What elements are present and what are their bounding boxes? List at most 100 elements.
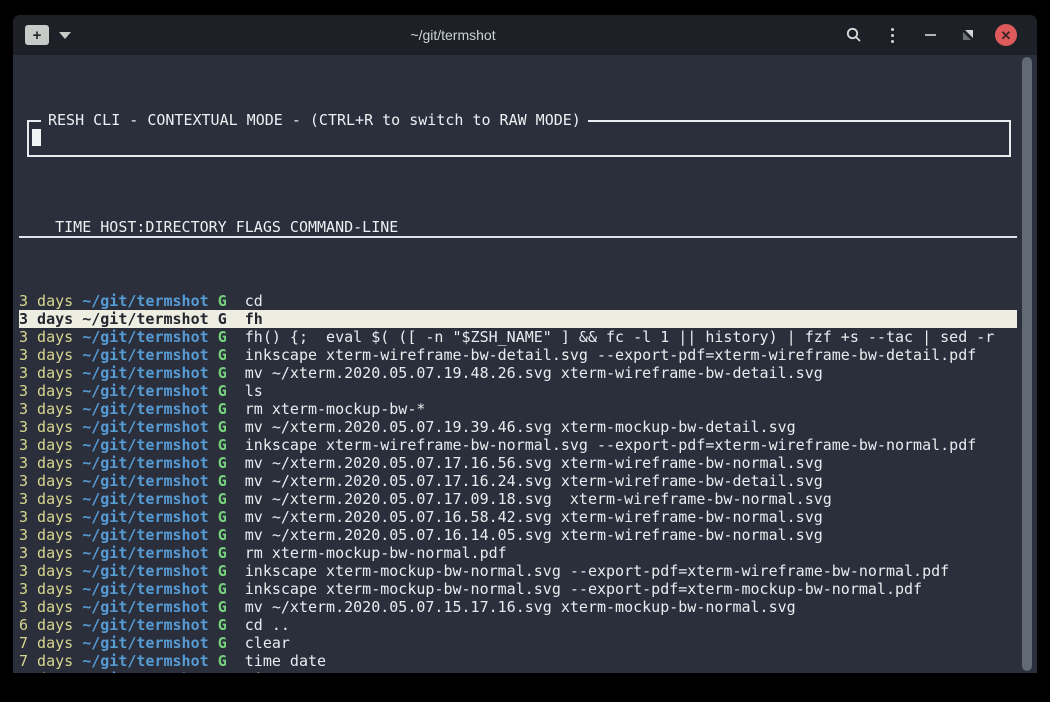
row-time: 3 days: [19, 364, 73, 382]
history-row[interactable]: 3 days ~/git/termshot G mv ~/xterm.2020.…: [19, 472, 1017, 490]
row-time: 6 days: [19, 616, 73, 634]
menu-kebab-icon[interactable]: [873, 20, 911, 50]
row-time: 3 days: [19, 328, 73, 346]
row-command: rm xterm-mockup-bw-*: [245, 400, 426, 418]
row-time: 7 days: [19, 670, 73, 673]
history-row[interactable]: 7 days ~/git/termshot G clear: [19, 634, 1017, 652]
row-flags: G: [218, 652, 227, 670]
row-time: 3 days: [19, 418, 73, 436]
row-directory: ~/git/termshot: [82, 310, 208, 328]
search-panel-title: RESH CLI - CONTEXTUAL MODE - (CTRL+R to …: [41, 111, 588, 129]
history-row[interactable]: 3 days ~/git/termshot G mv ~/xterm.2020.…: [19, 508, 1017, 526]
terminal-content: RESH CLI - CONTEXTUAL MODE - (CTRL+R to …: [13, 55, 1037, 673]
row-directory: ~/git/termshot: [82, 634, 208, 652]
row-directory: ~/git/termshot: [82, 292, 208, 310]
row-command: clear: [245, 634, 290, 652]
row-flags: G: [218, 526, 227, 544]
row-directory: ~/git/termshot: [82, 400, 208, 418]
history-row[interactable]: 3 days ~/git/termshot G mv ~/xterm.2020.…: [19, 364, 1017, 382]
row-flags: G: [218, 292, 227, 310]
history-rows: 3 days ~/git/termshot G cd3 days ~/git/t…: [19, 292, 1017, 673]
terminal-window: + ~/git/termshot: [13, 15, 1037, 673]
row-flags: G: [218, 400, 227, 418]
row-directory: ~/git/termshot: [82, 580, 208, 598]
history-row[interactable]: 3 days ~/git/termshot G mv ~/xterm.2020.…: [19, 454, 1017, 472]
row-flags: G: [218, 562, 227, 580]
row-command: ls: [245, 382, 263, 400]
search-icon[interactable]: [835, 20, 873, 50]
row-flags: G: [218, 616, 227, 634]
row-time: 3 days: [19, 346, 73, 364]
history-row[interactable]: 3 days ~/git/termshot G rm xterm-mockup-…: [19, 400, 1017, 418]
row-directory: ~/git/termshot: [82, 562, 208, 580]
row-time: 3 days: [19, 472, 73, 490]
history-row[interactable]: 7 days ~/git/termshot G time x=1: [19, 670, 1017, 673]
row-flags: G: [218, 454, 227, 472]
row-time: 3 days: [19, 544, 73, 562]
row-flags: G: [218, 490, 227, 508]
tab-dropdown-caret-icon[interactable]: [59, 32, 71, 39]
row-directory: ~/git/termshot: [82, 508, 208, 526]
row-time: 3 days: [19, 382, 73, 400]
row-command: fh() {; eval $( ([ -n "$ZSH_NAME" ] && f…: [245, 328, 995, 346]
row-directory: ~/git/termshot: [82, 346, 208, 364]
history-row[interactable]: 3 days ~/git/termshot G rm xterm-mockup-…: [19, 544, 1017, 562]
history-row[interactable]: 3 days ~/git/termshot G mv ~/xterm.2020.…: [19, 418, 1017, 436]
row-time: 3 days: [19, 436, 73, 454]
row-directory: ~/git/termshot: [82, 436, 208, 454]
row-directory: ~/git/termshot: [82, 418, 208, 436]
row-command: mv ~/xterm.2020.05.07.16.14.05.svg xterm…: [245, 526, 823, 544]
history-row[interactable]: 3 days ~/git/termshot G mv ~/xterm.2020.…: [19, 526, 1017, 544]
row-flags: G: [218, 472, 227, 490]
history-row[interactable]: 3 days ~/git/termshot G mv ~/xterm.2020.…: [19, 490, 1017, 508]
search-input[interactable]: RESH CLI - CONTEXTUAL MODE - (CTRL+R to …: [27, 120, 1011, 157]
row-directory: ~/git/termshot: [82, 454, 208, 472]
restore-window-icon[interactable]: [949, 20, 987, 50]
row-time: 3 days: [19, 562, 73, 580]
history-row[interactable]: 3 days ~/git/termshot G fh() {; eval $( …: [19, 328, 1017, 346]
row-directory: ~/git/termshot: [82, 544, 208, 562]
row-directory: ~/git/termshot: [82, 616, 208, 634]
row-command: mv ~/xterm.2020.05.07.16.58.42.svg xterm…: [245, 508, 823, 526]
history-row[interactable]: 3 days ~/git/termshot G inkscape xterm-w…: [19, 346, 1017, 364]
window-title: ~/git/termshot: [71, 27, 835, 43]
row-time: 3 days: [19, 310, 73, 328]
history-row[interactable]: 3 days ~/git/termshot G inkscape xterm-m…: [19, 580, 1017, 598]
row-command: mv ~/xterm.2020.05.07.19.39.46.svg xterm…: [245, 418, 796, 436]
titlebar: + ~/git/termshot: [13, 15, 1037, 55]
row-directory: ~/git/termshot: [82, 490, 208, 508]
minimize-icon[interactable]: [911, 20, 949, 50]
new-tab-icon[interactable]: +: [25, 25, 49, 45]
row-flags: G: [218, 580, 227, 598]
row-flags: G: [218, 418, 227, 436]
history-row[interactable]: 6 days ~/git/termshot G cd ..: [19, 616, 1017, 634]
history-row[interactable]: 7 days ~/git/termshot G time date: [19, 652, 1017, 670]
row-directory: ~/git/termshot: [82, 382, 208, 400]
close-button[interactable]: ✕: [987, 20, 1025, 50]
history-row[interactable]: 3 days ~/git/termshot G ls: [19, 382, 1017, 400]
row-command: rm xterm-mockup-bw-normal.pdf: [245, 544, 507, 562]
row-command: mv ~/xterm.2020.05.07.17.09.18.svg xterm…: [245, 490, 832, 508]
row-time: 3 days: [19, 598, 73, 616]
history-row[interactable]: 3 days ~/git/termshot G mv ~/xterm.2020.…: [19, 598, 1017, 616]
row-command: mv ~/xterm.2020.05.07.17.16.56.svg xterm…: [245, 454, 823, 472]
row-time: 3 days: [19, 490, 73, 508]
row-time: 3 days: [19, 526, 73, 544]
history-row[interactable]: 3 days ~/git/termshot G fh: [19, 310, 1017, 328]
row-command: mv ~/xterm.2020.05.07.17.16.24.svg xterm…: [245, 472, 823, 490]
scrollbar-thumb[interactable]: [1022, 57, 1032, 671]
row-command: mv ~/xterm.2020.05.07.19.48.26.svg xterm…: [245, 364, 823, 382]
row-directory: ~/git/termshot: [82, 472, 208, 490]
row-command: cd ..: [245, 616, 290, 634]
history-row[interactable]: 3 days ~/git/termshot G cd: [19, 292, 1017, 310]
row-time: 7 days: [19, 652, 73, 670]
row-command: inkscape xterm-wireframe-bw-normal.svg -…: [245, 436, 977, 454]
row-command: inkscape xterm-wireframe-bw-detail.svg -…: [245, 346, 977, 364]
scrollbar[interactable]: [1019, 57, 1035, 671]
row-flags: G: [218, 436, 227, 454]
row-time: 3 days: [19, 292, 73, 310]
history-row[interactable]: 3 days ~/git/termshot G inkscape xterm-m…: [19, 562, 1017, 580]
row-command: inkscape xterm-mockup-bw-normal.svg --ex…: [245, 580, 922, 598]
history-row[interactable]: 3 days ~/git/termshot G inkscape xterm-w…: [19, 436, 1017, 454]
row-directory: ~/git/termshot: [82, 652, 208, 670]
